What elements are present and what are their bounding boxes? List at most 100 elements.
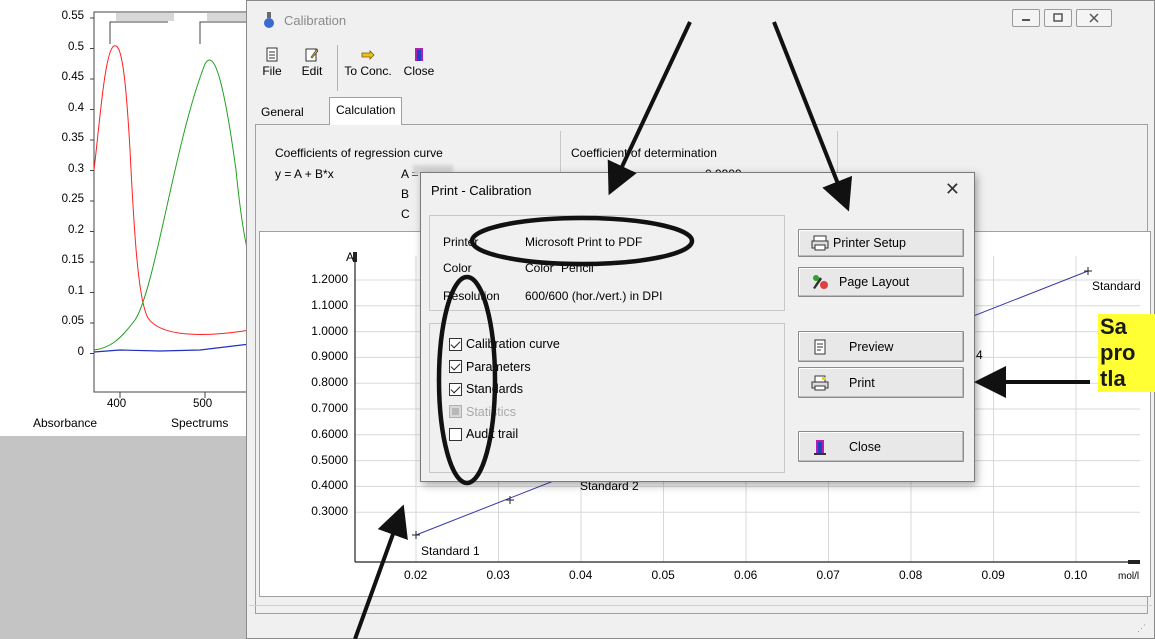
maximize-icon — [1053, 13, 1063, 22]
print-option-standards[interactable]: Standards — [449, 382, 523, 396]
spectrum-ytick: 0.35 — [61, 132, 84, 144]
x-axis-label: mol/l — [1118, 571, 1140, 582]
spectrum-plot — [90, 11, 256, 398]
dialog-title: Print - Calibration — [431, 183, 532, 198]
checkbox[interactable] — [449, 360, 462, 373]
calibration-ytick: 1.1000 — [311, 297, 348, 312]
toolbar-close-button[interactable]: Close — [401, 47, 437, 78]
dialog-close-button[interactable]: Close — [798, 431, 964, 462]
calibration-ytick: 1.2000 — [311, 272, 348, 286]
tab-spectrums[interactable]: Spectrums — [171, 416, 228, 430]
calibration-xtick: 0.04 — [569, 568, 593, 582]
checkbox-label: Statistics — [466, 404, 517, 419]
calibration-xtick: 0.02 — [404, 568, 428, 582]
button-label: Printer Setup — [833, 236, 906, 250]
calibration-ytick: 0.7000 — [311, 401, 348, 415]
calibration-ytick: 0.9000 — [311, 349, 348, 364]
calibration-ytick: 0.5000 — [311, 452, 348, 467]
checkbox[interactable] — [449, 427, 462, 441]
toolbar-edit-button[interactable]: Edit — [297, 47, 327, 78]
calibration-xtick: 0.03 — [486, 568, 510, 582]
minimize-icon — [1022, 19, 1030, 21]
page-layout-icon — [813, 275, 828, 289]
toolbar-label: File — [262, 64, 282, 78]
spectrum-window: 0.55 0.5 0.45 0.4 0.35 0.3 0.25 0.2 0.15 0.1 0.05 0… — [0, 0, 257, 436]
resize-grip-icon[interactable]: ⋰ — [1137, 623, 1146, 634]
print-button[interactable]: Print — [798, 367, 964, 398]
print-option-statistics: Statistics — [449, 405, 516, 419]
preview-icon — [814, 339, 826, 354]
calibration-xtick: 0.09 — [981, 568, 1005, 582]
standard-label: Standard 1 — [421, 544, 480, 558]
annotation-line: pro — [1098, 340, 1155, 366]
close-icon — [1089, 13, 1099, 23]
spectrum-ytick: 0.15 — [61, 254, 84, 266]
calibration-xtick: 0.06 — [734, 568, 758, 582]
calibration-xtick: 0.10 — [1064, 568, 1088, 582]
toolbar-to-conc-button[interactable]: To Conc. — [342, 47, 394, 78]
checkbox[interactable] — [449, 382, 462, 396]
toolbar-file-button[interactable]: File — [257, 47, 287, 78]
printer-value: Microsoft Print to PDF — [525, 235, 643, 249]
tab-absorbance[interactable]: Absorbance — [33, 416, 97, 430]
printer-icon — [811, 235, 829, 251]
calibration-ytick: 0.4000 — [311, 478, 348, 493]
regression-equation: y = A + B*x — [275, 167, 334, 181]
calibration-xtick: 0.07 — [816, 568, 840, 582]
spectrum-ytick: 0 — [77, 345, 84, 358]
coefficient-b: B — [401, 187, 410, 201]
spectrum-ytick: 0.55 — [61, 10, 84, 22]
maximize-button[interactable] — [1044, 9, 1072, 27]
toolbar-label: To Conc. — [344, 64, 392, 78]
minimize-button[interactable] — [1012, 9, 1040, 27]
calibration-xtick: 0.05 — [651, 568, 675, 582]
color-extra: Pencil — [561, 261, 594, 275]
preview-button[interactable]: Preview — [798, 331, 964, 362]
spectrum-xtick: 400 — [107, 398, 127, 410]
print-dialog: Print - Calibration ✕ Printer Microsoft … — [420, 172, 975, 482]
toolbar-label: Close — [403, 64, 435, 78]
annotation-callout: Sa pro tla — [1098, 314, 1155, 392]
file-icon — [266, 47, 278, 62]
pointing-hand-icon — [361, 50, 375, 60]
spectrum-ytick: 0.05 — [61, 315, 84, 327]
checkbox — [449, 405, 462, 418]
edit-icon — [305, 48, 319, 62]
printer-setup-button[interactable]: Printer Setup — [798, 229, 964, 257]
standard-label: 4 — [976, 348, 983, 362]
window-title: Calibration — [284, 13, 347, 28]
coefficient-c: C — [401, 207, 410, 221]
dialog-close-icon[interactable]: ✕ — [945, 179, 960, 200]
toolbar-label: Edit — [301, 64, 323, 78]
standard-label: Standard — [1092, 279, 1141, 293]
spectrum-xtick: 500 — [193, 398, 213, 410]
annotation-line: tla — [1098, 366, 1155, 392]
page-layout-button[interactable]: Page Layout — [798, 267, 964, 297]
standard-point — [412, 531, 420, 539]
coefficients-title: Coefficients of regression curve — [275, 146, 443, 160]
resolution-label: Resolution — [443, 289, 500, 303]
flask-icon — [264, 12, 274, 28]
close-window-button[interactable] — [1076, 9, 1112, 27]
print-option-parameters[interactable]: Parameters — [449, 360, 531, 374]
standard-point — [1084, 267, 1092, 275]
y-axis-label: A — [346, 250, 355, 264]
toolbar-separator — [337, 45, 338, 91]
spectrum-ytick: 0.2 — [68, 223, 84, 236]
calibration-ytick: 0.8000 — [311, 375, 348, 390]
checkbox[interactable] — [449, 337, 462, 351]
spectrum-ytick: 0.4 — [68, 101, 84, 114]
print-option-audit-trail[interactable]: Audit trail — [449, 427, 518, 441]
tab-general[interactable]: General — [255, 101, 310, 124]
calibration-ytick: 0.3000 — [311, 504, 348, 519]
print-option-calibration-curve[interactable]: Calibration curve — [449, 337, 560, 351]
button-label: Close — [849, 439, 881, 454]
spectrum-ytick: 0.1 — [68, 284, 84, 297]
resolution-value: 600/600 (hor./vert.) in DPI — [525, 289, 663, 303]
door-close-icon — [814, 439, 826, 455]
tab-calculation[interactable]: Calculation — [329, 97, 403, 125]
spectrum-ytick: 0.45 — [61, 71, 84, 83]
checkbox-label: Audit trail — [466, 427, 519, 441]
spectrum-ytick: 0.3 — [68, 162, 84, 175]
desktop-background — [0, 436, 256, 639]
